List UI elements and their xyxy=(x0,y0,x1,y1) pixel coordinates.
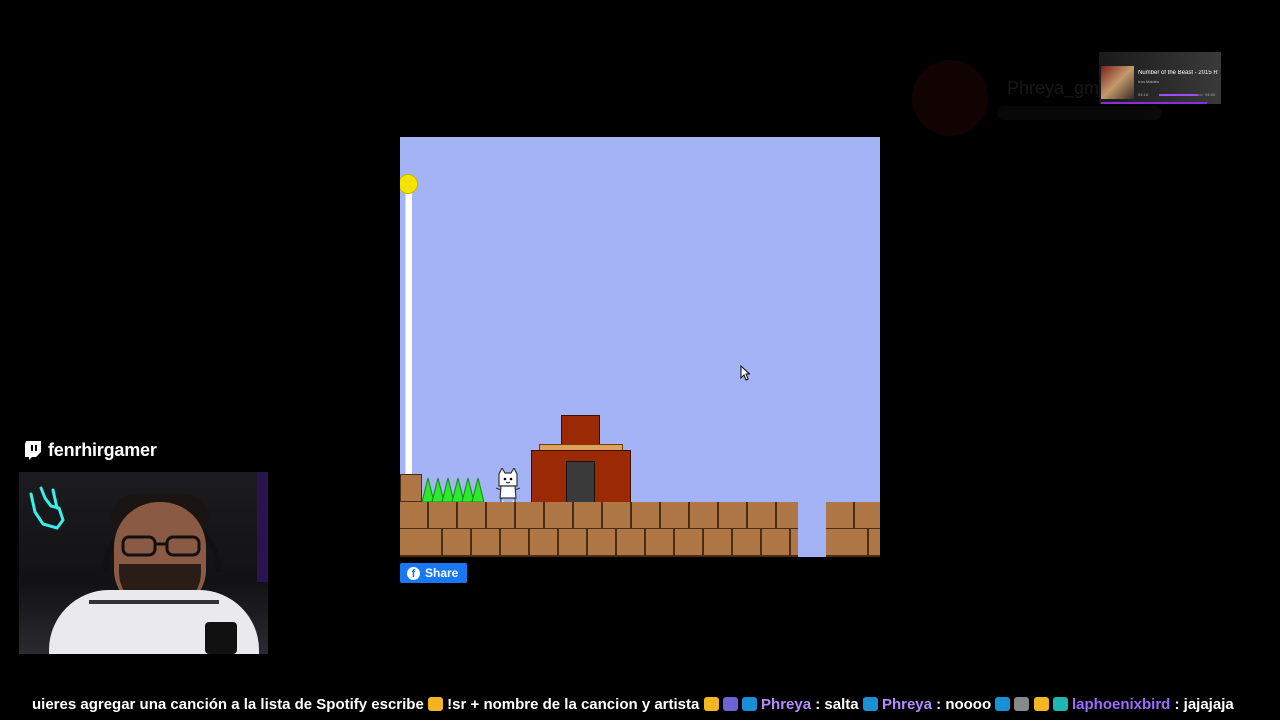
share-button[interactable]: f Share xyxy=(400,563,467,583)
coin-badge-icon xyxy=(1033,697,1049,711)
ticker-content: uieres agregar una canción a la lista de… xyxy=(32,696,1234,713)
channel-name: fenrhirgamer xyxy=(48,440,157,460)
ground-bricks xyxy=(826,529,880,557)
elapsed-time: 04:18 xyxy=(1138,92,1149,97)
album-art xyxy=(1101,66,1134,99)
song-artist: Iron Maiden xyxy=(1138,79,1160,84)
alert-line xyxy=(997,106,1162,120)
facebook-icon: f xyxy=(407,566,420,580)
microphone xyxy=(205,622,237,654)
ticker-command: !sr + nombre de la cancion y artista xyxy=(447,696,704,713)
ground-bricks xyxy=(400,502,798,530)
chat-ticker: uieres agregar una canción a la lista de… xyxy=(0,694,1280,716)
now-playing-widget: Number of the Beast - 2015 Re Iron Maide… xyxy=(1099,52,1221,104)
ground-bricks xyxy=(400,529,798,557)
chat-message: : noooo xyxy=(931,696,996,713)
chat-username: Phreya xyxy=(761,696,812,713)
rock-hand-neon-icon xyxy=(29,486,65,530)
flag-ball xyxy=(400,174,418,194)
castle-tower xyxy=(561,415,600,445)
chat-username: Phreya xyxy=(881,696,932,713)
grid-badge-icon xyxy=(1052,697,1068,711)
cat-player xyxy=(496,468,520,504)
twitch-icon xyxy=(25,440,41,460)
share-label: Share xyxy=(425,566,459,580)
widget-accent-bar xyxy=(1101,102,1207,104)
wolf-badge-icon xyxy=(1014,697,1030,711)
pointing-hand-icon xyxy=(428,697,443,711)
pit-gap xyxy=(798,502,826,557)
arrow-badge-icon xyxy=(995,697,1011,711)
castle-door xyxy=(566,461,595,503)
duration-time: 04:50 xyxy=(1205,92,1216,97)
alert-username: Phreya_gm xyxy=(1007,78,1100,98)
glasses xyxy=(121,535,201,557)
song-progress-track xyxy=(1159,94,1203,96)
chat-message: : salta xyxy=(811,696,863,713)
game-canvas[interactable] xyxy=(400,137,880,557)
chat-username: laphoenixbird xyxy=(1071,696,1171,713)
flag-base-block xyxy=(400,474,422,502)
music-notes-icon xyxy=(722,697,738,711)
ticker-intro: uieres agregar una canción a la lista de… xyxy=(32,696,424,713)
song-progress-fill xyxy=(1159,94,1198,96)
chat-message: : jajajaja xyxy=(1170,696,1234,713)
song-title: Number of the Beast - 2015 Re xyxy=(1138,70,1218,76)
webcam-feed xyxy=(19,472,268,654)
arrow-badge-icon xyxy=(741,697,757,711)
ground-bricks xyxy=(826,502,880,530)
arrow-badge-icon xyxy=(862,697,878,711)
background-light xyxy=(257,472,268,582)
rock-hand-icon xyxy=(703,697,719,711)
shirt-stripe xyxy=(89,600,219,604)
mouse-cursor-icon xyxy=(740,365,750,381)
avatar xyxy=(912,60,988,136)
spikes-hazard xyxy=(422,477,484,502)
flag-pole xyxy=(405,182,412,474)
channel-label: fenrhirgamer xyxy=(24,440,157,461)
